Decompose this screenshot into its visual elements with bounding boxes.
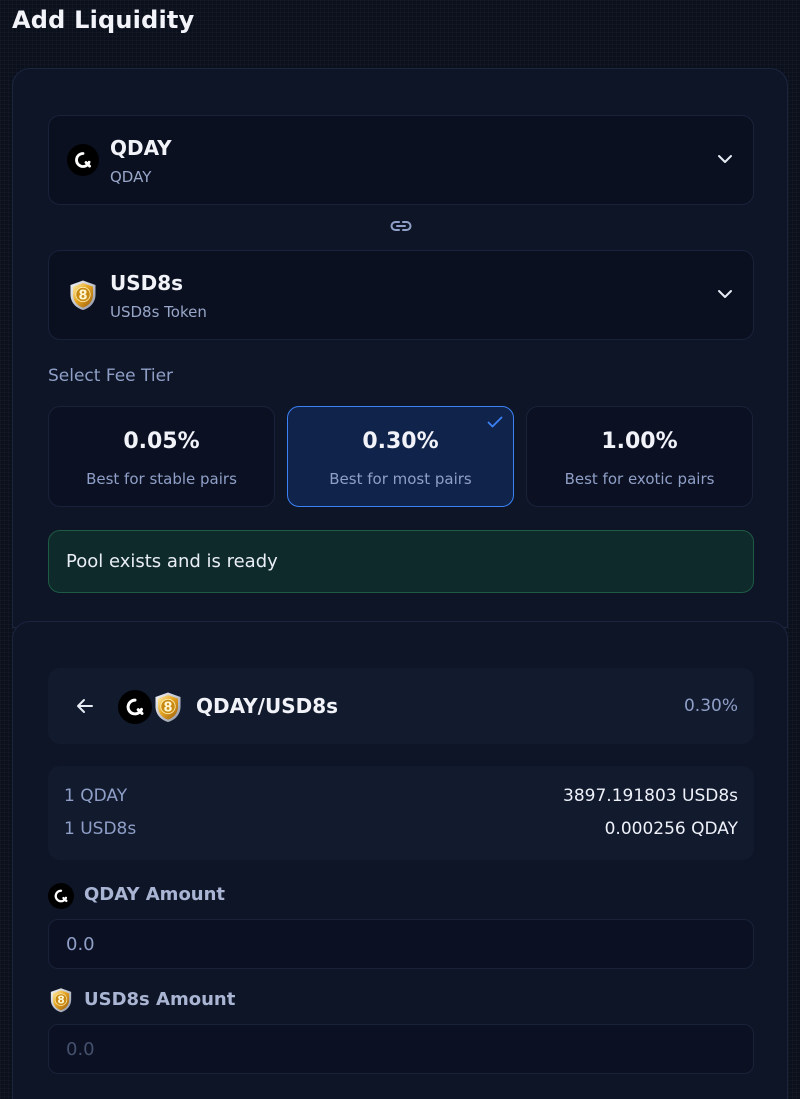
qday-logo-icon: [48, 883, 74, 909]
token-a-selector[interactable]: QDAY QDAY: [48, 115, 754, 205]
qday-amount-input[interactable]: [48, 919, 754, 969]
pair-fee: 0.30%: [683, 696, 738, 716]
price-value: 0.000256 QDAY: [604, 819, 738, 839]
back-arrow-icon[interactable]: [76, 698, 94, 714]
price-value: 3897.191803 USD8s: [563, 786, 738, 806]
usd8s-shield-icon: [48, 986, 74, 1014]
token-b-selector[interactable]: USD8s USD8s Token: [48, 250, 754, 340]
fee-tier-0-30[interactable]: 0.30% Best for most pairs: [287, 406, 514, 507]
usd8s-shield-icon: [67, 278, 99, 312]
token-a-symbol: QDAY: [110, 136, 172, 160]
qday-logo-icon: [118, 690, 152, 724]
token-b-symbol: USD8s: [110, 271, 184, 295]
pool-status-banner: Pool exists and is ready: [48, 530, 754, 593]
price-label: 1 QDAY: [64, 786, 128, 806]
price-row: 1 USD8s 0.000256 QDAY: [64, 819, 738, 839]
qday-logo-icon: [67, 144, 99, 176]
usd8s-amount-input[interactable]: [48, 1024, 754, 1074]
check-icon: [487, 416, 503, 428]
chevron-down-icon: [718, 155, 732, 163]
page-title: Add Liquidity: [12, 6, 195, 34]
token-b-name: USD8s Token: [110, 303, 207, 321]
fee-tier-1-00[interactable]: 1.00% Best for exotic pairs: [526, 406, 753, 507]
pair-icons: [118, 690, 184, 724]
fee-tier-label: Select Fee Tier: [48, 366, 174, 386]
deposit-card: QDAY/USD8s 0.30% 1 QDAY 3897.191803 USD8…: [12, 621, 788, 1099]
price-info: 1 QDAY 3897.191803 USD8s 1 USD8s 0.00025…: [48, 766, 754, 860]
usd8s-shield-icon: [152, 690, 184, 724]
fee-tier-desc: Best for most pairs: [329, 470, 472, 488]
fee-tier-percent: 0.30%: [362, 429, 439, 454]
link-icon: [390, 221, 412, 231]
pair-header: QDAY/USD8s 0.30%: [48, 668, 754, 744]
usd8s-amount-text: USD8s Amount: [84, 989, 236, 1010]
price-row: 1 QDAY 3897.191803 USD8s: [64, 786, 738, 806]
fee-tier-percent: 0.05%: [123, 429, 200, 454]
pair-name: QDAY/USD8s: [196, 694, 339, 718]
pool-status-text: Pool exists and is ready: [66, 551, 278, 572]
token-a-name: QDAY: [110, 168, 152, 186]
price-label: 1 USD8s: [64, 819, 137, 839]
fee-tier-desc: Best for exotic pairs: [564, 470, 715, 488]
token-pair-card: QDAY QDAY USD8s USD8s Token Select Fee T…: [12, 68, 788, 628]
fee-tier-percent: 1.00%: [601, 429, 678, 454]
fee-tier-0-05[interactable]: 0.05% Best for stable pairs: [48, 406, 275, 507]
chevron-down-icon: [718, 290, 732, 298]
fee-tier-desc: Best for stable pairs: [86, 470, 237, 488]
qday-amount-text: QDAY Amount: [84, 884, 226, 905]
